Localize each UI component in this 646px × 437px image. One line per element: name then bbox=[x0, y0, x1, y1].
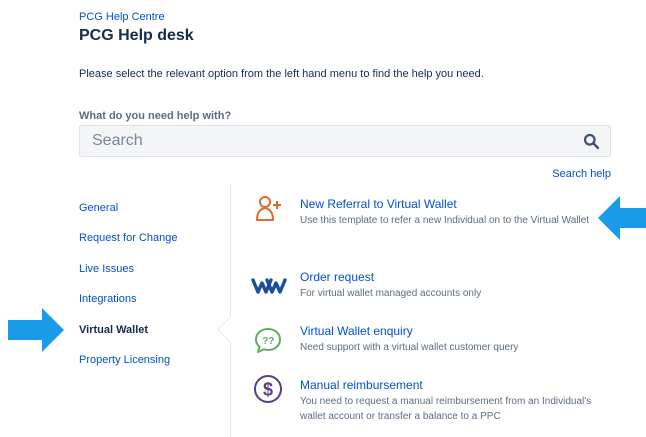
request-type-description: Need support with a virtual wallet custo… bbox=[300, 342, 519, 353]
request-type-description: You need to request a manual reimburseme… bbox=[300, 396, 592, 422]
menu-divider bbox=[230, 185, 231, 437]
search-box bbox=[79, 125, 611, 157]
search-input[interactable] bbox=[80, 126, 560, 156]
menu-item-virtual-wallet[interactable]: Virtual Wallet bbox=[79, 324, 148, 336]
intro-text: Please select the relevant option from t… bbox=[79, 68, 484, 80]
search-icon[interactable] bbox=[583, 133, 600, 150]
svg-text:?: ? bbox=[268, 336, 274, 347]
search-label: What do you need help with? bbox=[79, 110, 232, 122]
menu-item-general[interactable]: General bbox=[79, 202, 118, 214]
request-type-manual-reimbursement[interactable]: Manual reimbursement bbox=[300, 378, 423, 392]
menu-item-property-licensing[interactable]: Property Licensing bbox=[79, 354, 170, 366]
add-person-icon[interactable] bbox=[253, 193, 283, 223]
request-type-new-referral[interactable]: New Referral to Virtual Wallet bbox=[300, 197, 457, 211]
left-annotation-arrow-icon bbox=[8, 308, 64, 352]
menu-item-live-issues[interactable]: Live Issues bbox=[79, 263, 134, 275]
dollar-icon[interactable]: $ bbox=[253, 374, 283, 404]
request-type-virtual-wallet-enquiry[interactable]: Virtual Wallet enquiry bbox=[300, 324, 413, 338]
search-help-link[interactable]: Search help bbox=[552, 168, 611, 180]
menu-item-request-for-change[interactable]: Request for Change bbox=[79, 232, 177, 244]
request-type-order-request[interactable]: Order request bbox=[300, 270, 374, 284]
selection-notch bbox=[217, 316, 244, 343]
request-type-description: Use this template to refer a new Individ… bbox=[300, 215, 590, 226]
svg-text:$: $ bbox=[263, 380, 273, 400]
right-annotation-arrow-icon bbox=[598, 196, 646, 240]
vw-logo-icon[interactable] bbox=[251, 270, 287, 300]
menu-item-integrations[interactable]: Integrations bbox=[79, 293, 136, 305]
question-bubble-icon[interactable]: ? ? bbox=[253, 325, 283, 355]
request-type-description: For virtual wallet managed accounts only bbox=[300, 288, 482, 299]
breadcrumb[interactable]: PCG Help Centre bbox=[79, 11, 165, 23]
page-title: PCG Help desk bbox=[79, 27, 194, 44]
